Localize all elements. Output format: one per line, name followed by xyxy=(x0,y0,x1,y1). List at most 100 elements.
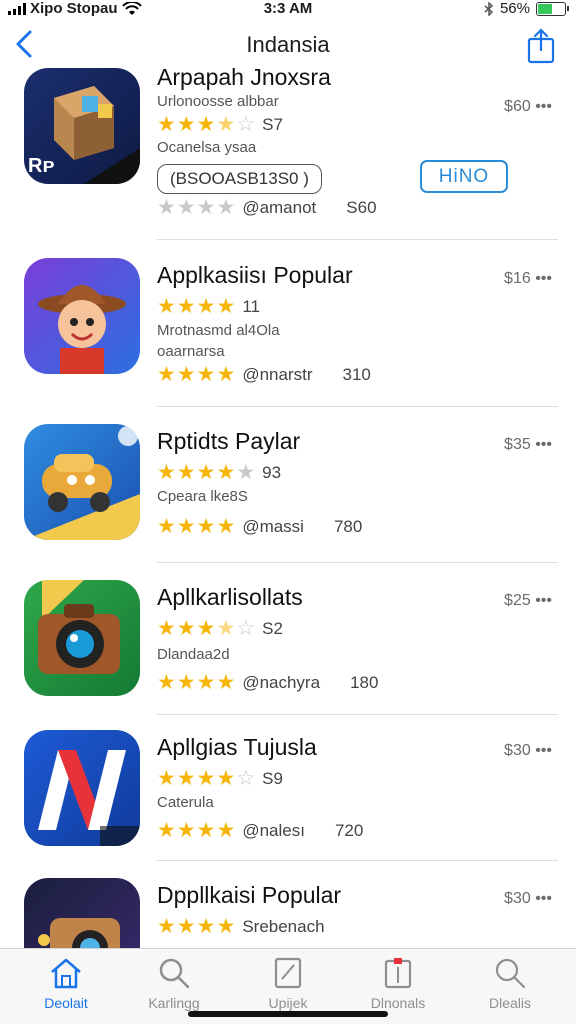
app-price: $25 ••• xyxy=(504,592,552,609)
app-price: $30 ••• xyxy=(504,890,552,907)
app-icon-photo xyxy=(24,878,140,948)
camera-icon xyxy=(38,580,120,674)
tab-label: Karlingg xyxy=(148,995,200,1011)
tab-label: Dlnonals xyxy=(370,995,426,1011)
battery-percent: 56% xyxy=(499,0,530,17)
list-item[interactable]: Apllkarlisollats $25 ••• ★★★★☆ S2 Dlanda… xyxy=(0,572,576,722)
svg-text:Rᴘ: Rᴘ xyxy=(28,155,55,177)
tab-today[interactable]: Deolait xyxy=(16,955,116,1011)
tab-label: Upijek xyxy=(268,995,308,1011)
tab-label: Dlealis xyxy=(488,995,531,1011)
tab-search[interactable]: Karlingg xyxy=(124,955,224,1011)
download-count: 180 xyxy=(350,672,379,692)
star-rating: ★★★★ xyxy=(157,363,237,386)
developer-name: @amanot xyxy=(242,197,317,217)
app-icon-character xyxy=(24,258,140,374)
app-name: Rptidts Paylar xyxy=(157,428,301,454)
developer-name: @massi xyxy=(242,516,304,536)
developer-name: @nachyra xyxy=(242,672,321,692)
app-list: Rᴘ Arpapah Jnoxsra Urlonoosse albbar $60… xyxy=(0,60,576,948)
star-rating: ★★★★★ xyxy=(157,461,257,484)
divider xyxy=(157,714,558,715)
rating-row: ★★★★☆ S7 xyxy=(157,114,283,135)
divider xyxy=(157,239,558,240)
app-subtitle: Urlonoosse albbar xyxy=(157,93,279,110)
app-price: $30 ••• xyxy=(504,742,552,759)
info-pill: (BSOOASB13S0 ) xyxy=(157,164,322,194)
divider xyxy=(157,562,558,563)
rating-row-secondary: ★★★★ @nachyra 180 xyxy=(157,672,378,693)
get-button[interactable]: HiNO xyxy=(420,160,508,193)
car-icon xyxy=(24,426,140,540)
list-item[interactable]: Applkasiisı Popular $16 ••• ★★★★ 11 Mrot… xyxy=(0,250,576,408)
star-rating: ★★★★ xyxy=(157,295,237,318)
rating-count: S2 xyxy=(262,618,283,638)
status-bar: Xipo Stopau 3:3 AM 56% xyxy=(0,0,576,20)
app-price: $60 ••• xyxy=(504,98,552,115)
app-price: $16 ••• xyxy=(504,270,552,287)
app-subtitle: Mrotnasmd al4Ola xyxy=(157,322,280,339)
rating-row-secondary: ★★★★ @nnarstr 310 xyxy=(157,364,371,385)
app-price: $35 ••• xyxy=(504,436,552,453)
search-icon xyxy=(159,958,190,989)
divider xyxy=(157,860,558,861)
tab-updates[interactable]: Upijek xyxy=(238,955,338,1011)
search-icon xyxy=(495,958,526,989)
bluetooth-icon xyxy=(484,1,494,16)
page-title: Indansia xyxy=(246,32,330,57)
download-count: 720 xyxy=(334,820,364,840)
rating-row-secondary: ★★★★ @amanot S60 xyxy=(157,197,377,218)
letter-n-icon xyxy=(38,750,140,846)
note-icon xyxy=(274,957,302,989)
rating-row-secondary: ★★★★ @massi 780 xyxy=(157,516,362,537)
app-name: Apllgias Tujusla xyxy=(157,734,317,760)
rating-row: ★★★★ 11 xyxy=(157,296,260,317)
status-right: 56% xyxy=(484,0,569,17)
divider xyxy=(157,406,558,407)
share-icon[interactable] xyxy=(526,28,556,64)
app-description: oaarnarsa xyxy=(157,343,225,360)
rating-count: 93 xyxy=(262,462,282,482)
list-item[interactable]: Dppllkaisi Popular $30 ••• ★★★★ Srebenac… xyxy=(0,870,576,948)
developer-name: @nnarstr xyxy=(242,364,313,384)
list-item[interactable]: Rᴘ Arpapah Jnoxsra Urlonoosse albbar $60… xyxy=(0,60,576,240)
photo-camera-icon xyxy=(38,918,120,948)
star-rating: ★★★★ xyxy=(157,915,237,938)
star-rating: ★★★★ xyxy=(157,819,237,842)
box-icon: Rᴘ xyxy=(28,86,140,184)
app-name: Dppllkaisi Popular xyxy=(157,882,342,908)
rating-count: 11 xyxy=(242,296,260,316)
app-icon-camera xyxy=(24,580,140,696)
app-name: Applkasiisı Popular xyxy=(157,262,353,288)
character-icon xyxy=(38,285,126,374)
download-count: 780 xyxy=(333,516,363,536)
star-rating: ★★★★ xyxy=(157,515,237,538)
battery-icon xyxy=(536,1,569,16)
rating-row: ★★★★☆ S9 xyxy=(157,768,283,789)
tab-calendar[interactable]: Dlnonals xyxy=(348,955,448,1011)
app-icon-box: Rᴘ xyxy=(24,68,140,184)
app-icon-letter xyxy=(24,730,140,846)
rating-row: ★★★★ Srebenach xyxy=(157,916,325,937)
calendar-icon xyxy=(384,958,412,989)
rating-row: ★★★★★ 93 xyxy=(157,462,281,483)
app-icon-car xyxy=(24,424,140,540)
rating-row-secondary: ★★★★ @nalesı 720 xyxy=(157,820,363,841)
star-rating: ★★★★ xyxy=(157,671,237,694)
rating-count: S7 xyxy=(262,114,283,134)
download-count: S60 xyxy=(346,197,377,217)
app-description: Ocanelsa ysaa xyxy=(157,139,257,156)
rating-count: S9 xyxy=(262,768,283,788)
list-item[interactable]: Rptidts Paylar $35 ••• ★★★★★ 93 Cpeara l… xyxy=(0,416,576,572)
home-indicator[interactable] xyxy=(188,1011,388,1017)
app-subtitle: Caterula xyxy=(157,794,214,811)
tab-details[interactable]: Dlealis xyxy=(460,955,560,1011)
list-item[interactable]: Apllgias Tujusla $30 ••• ★★★★☆ S9 Cateru… xyxy=(0,722,576,870)
download-count: 310 xyxy=(342,364,371,384)
tab-label: Deolait xyxy=(44,995,88,1011)
app-subtitle: Cpeara lke8S xyxy=(157,488,248,505)
home-icon xyxy=(51,958,81,989)
app-name: Apllkarlisollats xyxy=(157,584,303,610)
developer-name: @nalesı xyxy=(242,820,305,840)
developer-name: Srebenach xyxy=(242,916,325,936)
